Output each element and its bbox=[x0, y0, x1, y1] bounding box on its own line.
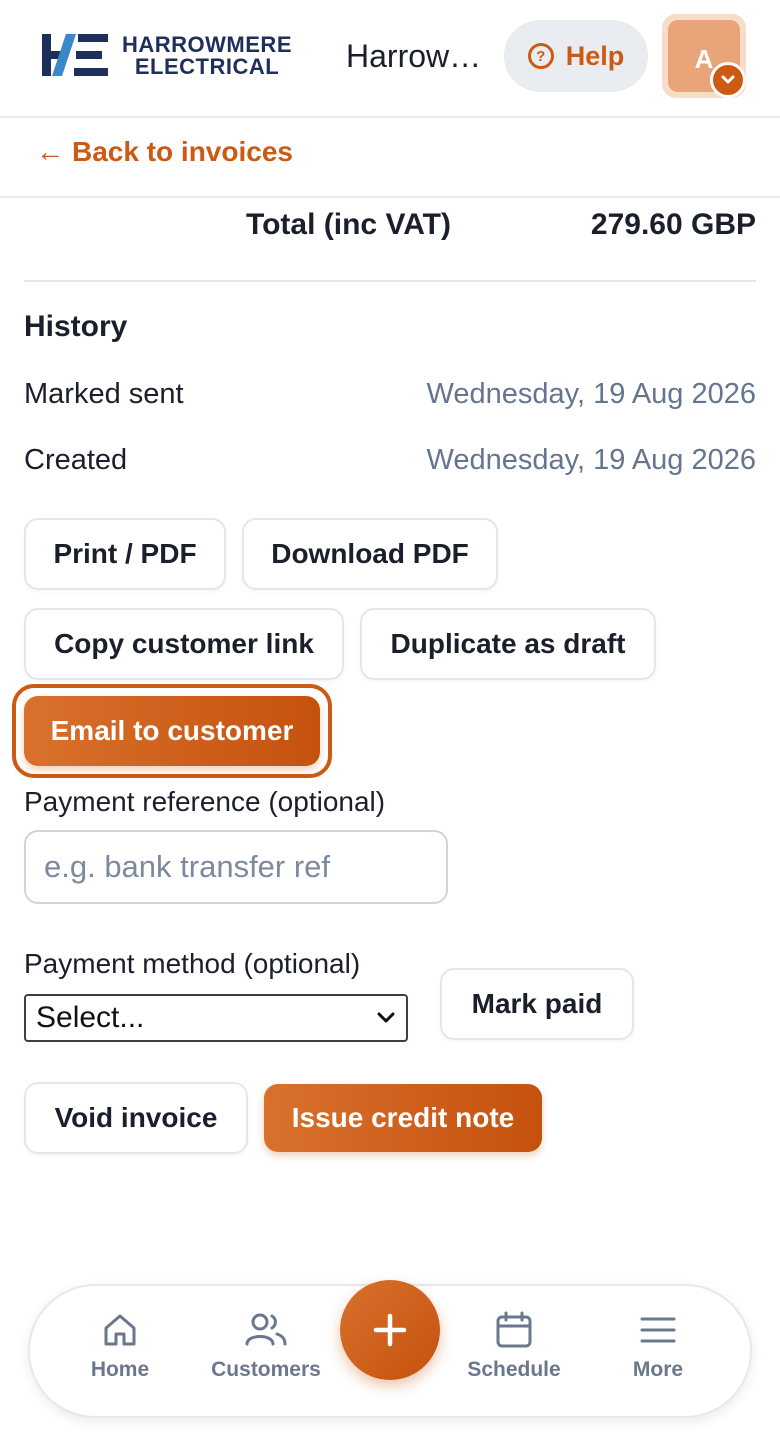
payment-reference-input[interactable] bbox=[24, 830, 448, 904]
issue-credit-note-button[interactable]: Issue credit note bbox=[264, 1084, 542, 1152]
back-label: Back to invoices bbox=[72, 136, 293, 167]
nav-label-home: Home bbox=[90, 1358, 150, 1381]
back-to-invoices-link[interactable]: ← Back to invoices bbox=[36, 136, 293, 168]
users-icon bbox=[245, 1313, 287, 1346]
menu-icon bbox=[640, 1317, 676, 1343]
payment-method-selected: Select... bbox=[36, 1001, 145, 1034]
history-row-label: Created bbox=[24, 444, 128, 476]
help-button[interactable]: ? Help bbox=[504, 20, 648, 92]
copy-customer-link-button[interactable]: Copy customer link bbox=[24, 608, 344, 680]
chevron-down-icon[interactable] bbox=[710, 62, 746, 98]
payment-method-select[interactable]: Select... bbox=[24, 994, 408, 1042]
void-invoice-button[interactable]: Void invoice bbox=[24, 1082, 248, 1154]
nav-label-more: More bbox=[632, 1358, 684, 1381]
nav-item-more[interactable]: More bbox=[588, 1310, 728, 1400]
total-label: Total (inc VAT) bbox=[246, 208, 451, 241]
brand-line-1: HARROWMERE bbox=[122, 32, 292, 57]
history-row-date: Wednesday, 19 Aug 2026 bbox=[426, 444, 756, 476]
home-icon bbox=[104, 1314, 136, 1346]
duplicate-as-draft-button[interactable]: Duplicate as draft bbox=[360, 608, 656, 680]
divider bbox=[24, 280, 756, 282]
brand-name: HARROWMERE ELECTRICAL bbox=[122, 34, 292, 78]
download-pdf-button[interactable]: Download PDF bbox=[242, 518, 498, 590]
arrow-left-icon: ← bbox=[36, 136, 64, 167]
payment-method-label: Payment method (optional) bbox=[24, 948, 361, 979]
history-row-date: Wednesday, 19 Aug 2026 bbox=[426, 378, 756, 410]
divider bbox=[0, 196, 780, 198]
nav-item-home[interactable]: Home bbox=[50, 1310, 190, 1400]
history-row-label: Marked sent bbox=[24, 378, 184, 410]
calendar-icon bbox=[496, 1311, 532, 1348]
nav-label-schedule: Schedule bbox=[467, 1358, 561, 1381]
total-value: 279.60 GBP bbox=[590, 208, 756, 241]
history-heading: History bbox=[24, 310, 128, 343]
nav-label-customers: Customers bbox=[211, 1358, 321, 1381]
plus-icon bbox=[373, 1313, 407, 1347]
mark-paid-button[interactable]: Mark paid bbox=[440, 968, 634, 1040]
payment-reference-label: Payment reference (optional) bbox=[24, 786, 386, 817]
nav-item-schedule[interactable]: Schedule bbox=[444, 1310, 584, 1400]
harrowmere-logo[interactable] bbox=[40, 32, 110, 78]
nav-item-customers[interactable]: Customers bbox=[196, 1310, 336, 1400]
organization-name[interactable]: Harrowmere Electrical bbox=[346, 38, 486, 75]
email-to-customer-button[interactable]: Email to customer bbox=[24, 696, 320, 766]
chevron-down-icon bbox=[377, 1012, 395, 1023]
print-pdf-button[interactable]: Print / PDF bbox=[24, 518, 226, 590]
help-label: Help bbox=[565, 40, 625, 71]
help-icon: ? bbox=[527, 43, 554, 69]
history-row: Created Wednesday, 19 Aug 2026 bbox=[24, 444, 756, 477]
history-row: Marked sent Wednesday, 19 Aug 2026 bbox=[24, 378, 756, 411]
add-button[interactable] bbox=[340, 1280, 440, 1380]
brand-line-2: ELECTRICAL bbox=[134, 54, 280, 79]
